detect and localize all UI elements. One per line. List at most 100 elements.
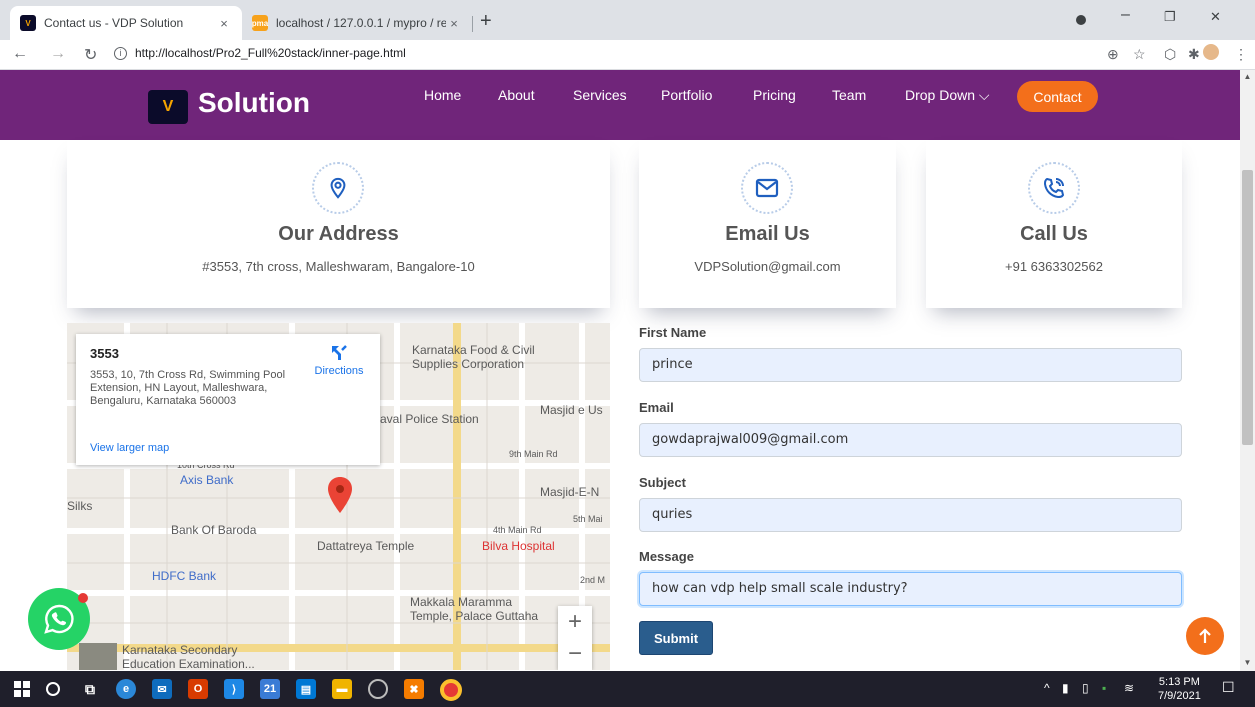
search-icon[interactable] [46, 682, 60, 696]
site-header: V Solution Home About Services Portfolio… [0, 70, 1240, 140]
nav-about[interactable]: About [498, 87, 535, 103]
first-name-input[interactable]: prince [639, 348, 1182, 382]
satellite-thumbnail[interactable] [79, 643, 117, 670]
zoom-out-button[interactable]: − [558, 638, 592, 670]
tab-contact-us[interactable]: V Contact us - VDP Solution × [10, 6, 242, 40]
message-textarea[interactable]: how can vdp help small scale industry? [639, 572, 1182, 606]
bookmark-star-icon[interactable]: ☆ [1133, 46, 1146, 63]
email-title: Email Us [725, 223, 810, 245]
wifi-icon[interactable]: ≋ [1124, 681, 1134, 695]
url-field[interactable]: i http://localhost/Pro2_Full%20stack/inn… [114, 46, 406, 60]
zoom-icon[interactable]: ⊕ [1107, 46, 1119, 63]
map-label: Karnataka Food & Civil [412, 343, 535, 357]
directions-icon [332, 345, 347, 360]
call-title: Call Us [1020, 223, 1088, 245]
app-badge-count: 21 [263, 683, 277, 695]
scroll-up-arrow-icon[interactable]: ▲ [1240, 72, 1255, 81]
minimize-button[interactable]: – [1121, 6, 1130, 24]
nav-pricing[interactable]: Pricing [753, 87, 796, 103]
reload-icon[interactable]: ↻ [84, 45, 97, 65]
chrome-icon[interactable] [440, 679, 462, 701]
first-name-label: First Name [639, 325, 707, 340]
zoom-in-button[interactable]: + [558, 606, 592, 638]
tray-app-icon[interactable]: ▮ [1062, 681, 1069, 695]
tab-close-icon[interactable]: × [446, 16, 462, 31]
message-label: Message [639, 549, 694, 564]
back-to-top-button[interactable] [1186, 617, 1224, 655]
map-label: Dattatreya Temple [317, 539, 415, 553]
address-box: Our Address #3553, 7th cross, Malleshwar… [67, 140, 610, 308]
windows-taskbar: ⧉ e ✉ O ⟩ 21 ▤ ▬ ✖ ^ ▮ ▯ ▪ ≋ 5:13 PM 7/9… [0, 671, 1255, 707]
vscode-icon[interactable]: ⟩ [224, 679, 244, 699]
call-text: +91 6363302562 [1005, 259, 1103, 274]
tab-phpmyadmin[interactable]: pma localhost / 127.0.0.1 / mypro / re × [242, 6, 472, 40]
maximize-button[interactable]: ❐ [1164, 9, 1176, 25]
location-icon [312, 162, 364, 214]
nav-home[interactable]: Home [424, 87, 461, 103]
scroll-down-arrow-icon[interactable]: ▼ [1240, 658, 1255, 667]
subject-input[interactable]: quries [639, 498, 1182, 532]
place-card: 3553 3553, 10, 7th Cross Rd, Swimming Po… [76, 334, 380, 465]
map-label: Masjid-E-N [540, 485, 600, 499]
logo-text[interactable]: Solution [198, 87, 310, 119]
subject-label: Subject [639, 475, 686, 490]
map-label: Education Examination... [122, 657, 255, 670]
clock[interactable]: 5:13 PM 7/9/2021 [1158, 675, 1201, 703]
email-input[interactable]: gowdaprajwal009@gmail.com [639, 423, 1182, 457]
xbox-icon[interactable] [368, 679, 388, 699]
map-label: Silks [67, 499, 93, 513]
google-map[interactable]: Karnataka Food & Civil Supplies Corporat… [67, 323, 610, 670]
map-label: aval Police Station [380, 412, 479, 426]
back-arrow-icon[interactable]: ← [12, 45, 28, 63]
tab-close-icon[interactable]: × [216, 16, 232, 31]
network-icon[interactable]: ▪ [1102, 681, 1106, 695]
edge-icon[interactable]: e [116, 679, 136, 699]
view-larger-map-link[interactable]: View larger map [90, 442, 169, 454]
vdp-favicon-icon: V [20, 15, 36, 31]
site-info-icon[interactable]: i [114, 46, 127, 60]
whatsapp-icon [44, 604, 74, 634]
nav-services[interactable]: Services [573, 87, 627, 103]
battery-icon[interactable]: ▯ [1082, 681, 1089, 695]
notification-center-icon[interactable]: ☐ [1222, 679, 1235, 696]
map-label: Axis Bank [180, 473, 234, 487]
office-icon[interactable]: O [188, 679, 208, 699]
directions-label: Directions [314, 365, 364, 377]
tray-expand-icon[interactable]: ^ [1044, 681, 1050, 695]
nav-contact-button[interactable]: Contact [1017, 81, 1098, 112]
directions-link[interactable]: Directions [304, 344, 374, 377]
page-scrollbar[interactable]: ▲ ▼ [1240, 70, 1255, 671]
submit-button[interactable]: Submit [639, 621, 713, 655]
address-title: Our Address [278, 223, 399, 245]
task-view-icon[interactable]: ⧉ [80, 679, 100, 699]
logo-mark[interactable]: V [148, 90, 188, 124]
store-icon[interactable]: ▤ [296, 679, 316, 699]
xampp-icon[interactable]: ✖ [404, 679, 424, 699]
arrow-up-icon [1199, 628, 1211, 643]
nav-portfolio[interactable]: Portfolio [661, 87, 712, 103]
map-label: 2nd M [580, 575, 606, 585]
map-label: Temple, Palace Guttaha [410, 609, 539, 623]
map-label: HDFC Bank [152, 569, 217, 583]
nav-team[interactable]: Team [832, 87, 866, 103]
close-window-button[interactable]: ✕ [1210, 9, 1221, 25]
windows-start-icon[interactable] [12, 679, 32, 699]
tab-separator [472, 16, 473, 32]
taskbar-badge-app-icon[interactable]: 21 [260, 679, 280, 699]
extensions-puzzle-icon[interactable]: ✱ [1188, 46, 1200, 63]
profile-avatar[interactable] [1203, 44, 1219, 60]
notification-dot [78, 593, 88, 603]
clock-time: 5:13 PM [1158, 676, 1200, 688]
mail-icon[interactable]: ✉ [152, 679, 172, 699]
nav-dropdown[interactable]: Drop Down ⌵ [905, 87, 990, 104]
map-pin-icon[interactable] [325, 475, 355, 515]
forward-arrow-icon[interactable]: → [50, 45, 66, 63]
call-box: Call Us +91 6363302562 [926, 140, 1182, 308]
extension-shield-icon[interactable]: ⬡ [1164, 46, 1176, 63]
new-tab-button[interactable]: + [480, 10, 492, 33]
file-explorer-icon[interactable]: ▬ [332, 679, 352, 699]
browser-tab-bar: V Contact us - VDP Solution × pma localh… [0, 0, 1255, 40]
browser-account-icon[interactable] [1076, 15, 1086, 25]
scroll-thumb[interactable] [1242, 170, 1253, 445]
browser-menu-icon[interactable]: ⋮ [1234, 46, 1248, 63]
